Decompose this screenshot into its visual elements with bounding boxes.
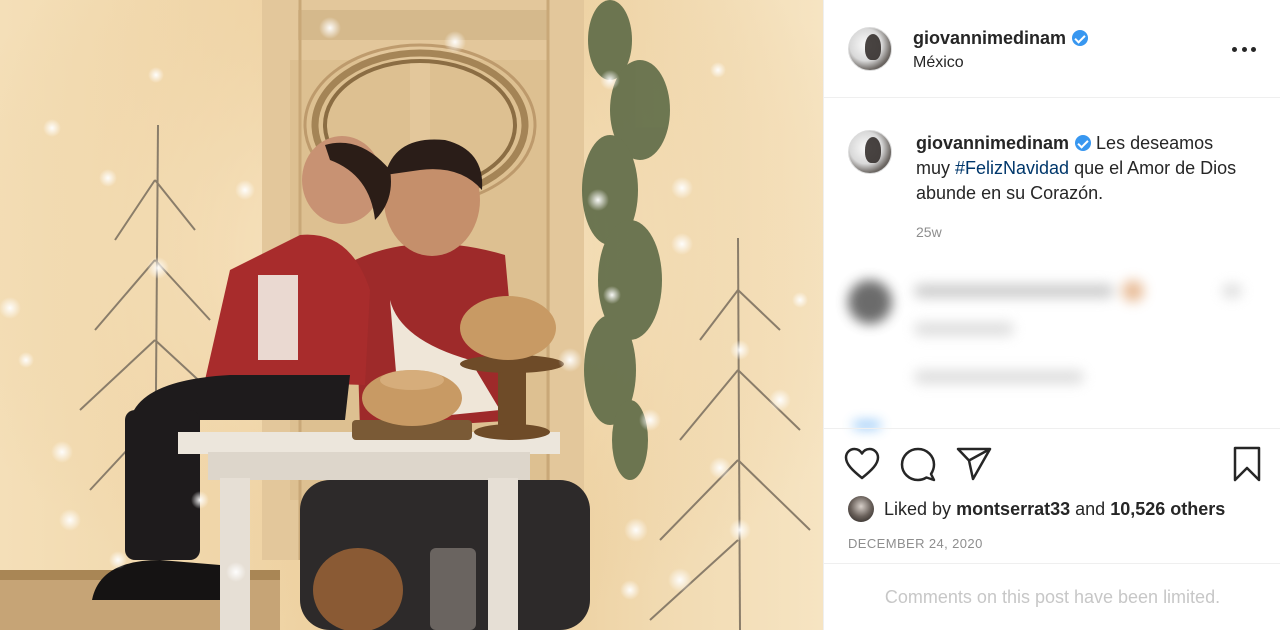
share-icon[interactable] bbox=[956, 447, 992, 481]
bookmark-icon[interactable] bbox=[1232, 446, 1262, 482]
panettone bbox=[313, 548, 403, 630]
author-avatar[interactable] bbox=[848, 27, 892, 71]
likes-middle: and bbox=[1075, 498, 1106, 519]
comment-icon[interactable] bbox=[900, 447, 936, 483]
caption-username[interactable]: giovannimedinam bbox=[916, 133, 1069, 153]
author-username[interactable]: giovannimedinam bbox=[913, 28, 1089, 49]
photo-illustration bbox=[0, 0, 823, 630]
post-photo[interactable] bbox=[0, 0, 823, 630]
blurred-comment bbox=[832, 258, 1252, 428]
verified-badge-icon bbox=[1072, 30, 1089, 46]
post-caption: giovannimedinam Les deseamos muy #FelizN… bbox=[916, 131, 1246, 206]
post-side-panel: giovannimedinam México giovannimedinam L… bbox=[823, 0, 1280, 630]
author-username-text[interactable]: giovannimedinam bbox=[913, 28, 1066, 48]
caption-hashtag[interactable]: #FelizNavidad bbox=[955, 158, 1069, 178]
likes-others[interactable]: 10,526 others bbox=[1110, 499, 1225, 520]
liker-avatar[interactable] bbox=[848, 496, 874, 522]
caption-verified-badge-icon bbox=[1075, 135, 1092, 151]
post-location[interactable]: México bbox=[913, 54, 964, 72]
likes-user[interactable]: montserrat33 bbox=[956, 499, 1070, 520]
caption-avatar[interactable] bbox=[848, 130, 892, 174]
likes-prefix: Liked by bbox=[884, 498, 952, 519]
likes-summary[interactable]: Liked by montserrat33 and 10,526 others bbox=[848, 495, 1225, 523]
more-options-icon[interactable] bbox=[1229, 38, 1259, 60]
heart-icon[interactable] bbox=[844, 447, 880, 481]
lantern bbox=[430, 548, 476, 630]
post-age[interactable]: 25w bbox=[916, 224, 942, 240]
post-date[interactable]: DECEMBER 24, 2020 bbox=[848, 536, 983, 551]
comments-limited-notice: Comments on this post have been limited. bbox=[824, 563, 1280, 630]
post-header: giovannimedinam México bbox=[824, 0, 1280, 98]
post-actions: Liked by montserrat33 and 10,526 others … bbox=[824, 428, 1280, 563]
